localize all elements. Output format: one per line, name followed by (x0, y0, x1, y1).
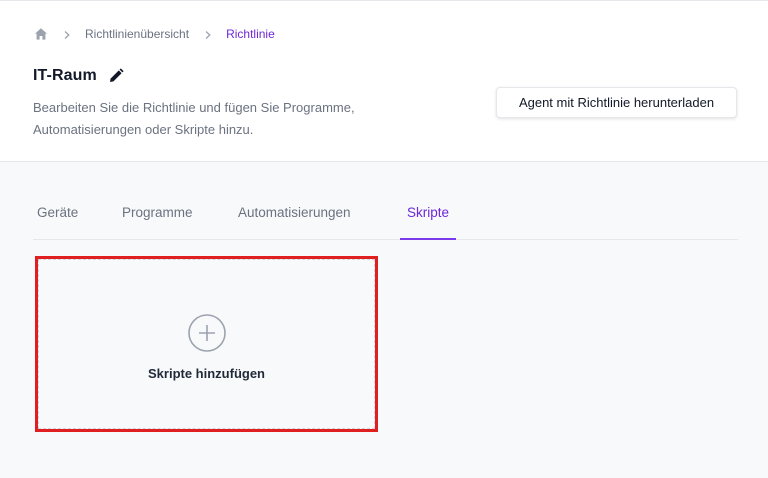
tab-bar: Geräte Programme Automatisierungen Skrip… (33, 196, 738, 240)
home-icon[interactable] (34, 27, 48, 41)
download-agent-button[interactable]: Agent mit Richtlinie herunterladen (496, 87, 737, 118)
tab-programs[interactable]: Programme (122, 196, 193, 240)
title-row: IT-Raum (33, 67, 125, 85)
tab-automations[interactable]: Automatisierungen (238, 196, 351, 240)
add-scripts-card[interactable]: Skripte hinzufügen (35, 256, 378, 432)
breadcrumb-policy-overview[interactable]: Richtlinienübersicht (85, 27, 189, 41)
plus-circle-icon (188, 314, 226, 352)
add-scripts-label: Skripte hinzufügen (148, 366, 265, 381)
pencil-icon[interactable] (107, 67, 125, 85)
breadcrumb: Richtlinienübersicht Richtlinie (34, 26, 275, 42)
tab-scripts[interactable]: Skripte (400, 196, 456, 240)
chevron-right-icon (62, 29, 72, 39)
page-title: IT-Raum (33, 67, 97, 84)
tab-devices[interactable]: Geräte (37, 196, 78, 240)
page-description: Bearbeiten Sie die Richtlinie und fügen … (33, 100, 355, 137)
breadcrumb-current-policy: Richtlinie (226, 27, 275, 41)
chevron-right-icon (203, 29, 213, 39)
policy-header: Richtlinienübersicht Richtlinie IT-Raum … (0, 0, 768, 162)
